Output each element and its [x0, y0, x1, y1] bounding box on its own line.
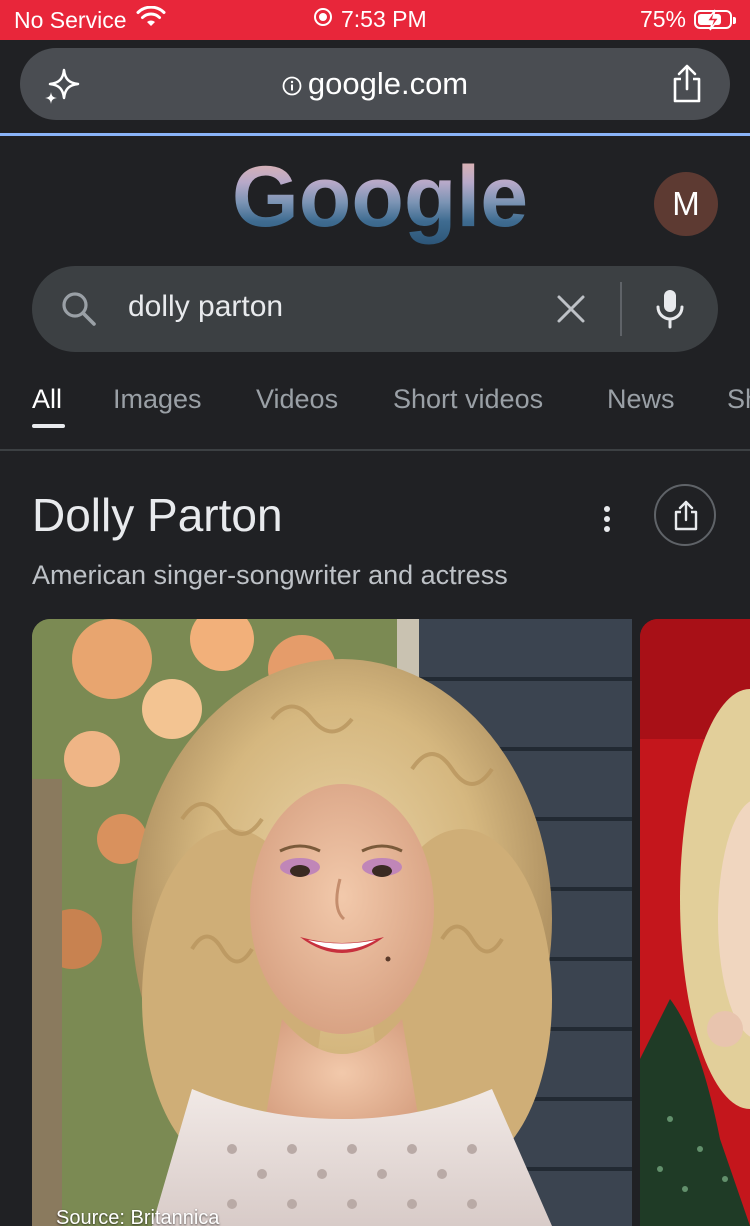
status-left: No Service — [14, 5, 166, 34]
status-center: 7:53 PM — [313, 6, 427, 33]
screen-record-icon — [313, 6, 333, 33]
clear-icon[interactable] — [554, 292, 588, 331]
info-icon[interactable] — [282, 68, 302, 104]
secondary-photo[interactable] — [640, 619, 750, 1226]
search-icon[interactable] — [60, 290, 98, 333]
more-options-icon[interactable] — [592, 502, 622, 541]
microphone-icon[interactable] — [654, 288, 686, 335]
share-icon — [674, 500, 698, 531]
search-box[interactable]: dolly parton — [32, 266, 718, 352]
tab-shopping[interactable]: Sh — [727, 384, 750, 415]
google-logo[interactable]: Google — [220, 149, 540, 257]
tab-images[interactable]: Images — [113, 384, 202, 415]
knowledge-panel-subtitle: American singer-songwriter and actress — [32, 560, 508, 590]
search-divider — [620, 282, 622, 336]
knowledge-panel-share-button[interactable] — [654, 484, 716, 546]
tab-short-videos[interactable]: Short videos — [393, 384, 543, 415]
browser-toolbar: google.com — [0, 40, 750, 136]
main-photo[interactable]: Source: Britannica — [32, 619, 632, 1226]
tabs-divider — [0, 449, 750, 451]
status-bar: No Service 7:53 PM 75% — [0, 0, 750, 40]
image-source-label[interactable]: Source: Britannica — [56, 1207, 219, 1226]
url-text: google.com — [307, 66, 469, 101]
page-load-progress — [0, 133, 750, 136]
url-display[interactable]: google.com — [20, 66, 730, 104]
battery-cap — [733, 17, 736, 24]
status-right: 75% — [639, 6, 736, 33]
portrait-image — [32, 619, 632, 1226]
wifi-icon — [136, 5, 166, 34]
battery-percent: 75% — [639, 6, 686, 32]
charging-bolt-icon — [705, 9, 721, 31]
tab-news[interactable]: News — [607, 384, 675, 415]
share-icon[interactable] — [670, 64, 704, 109]
tab-videos[interactable]: Videos — [256, 384, 338, 415]
account-avatar[interactable]: M — [654, 172, 718, 236]
address-bar[interactable]: google.com — [20, 48, 730, 120]
knowledge-panel-title: Dolly Parton — [32, 489, 283, 541]
active-tab-indicator — [32, 424, 65, 428]
search-tabs: All Images Videos Short videos News Sh — [0, 380, 750, 450]
battery-icon — [694, 9, 736, 31]
search-input[interactable]: dolly parton — [128, 290, 283, 324]
secondary-image — [640, 619, 750, 1226]
tab-all[interactable]: All — [32, 384, 62, 415]
google-logo-text: Google — [232, 152, 528, 245]
clock-time: 7:53 PM — [341, 6, 427, 32]
carrier-label: No Service — [14, 6, 127, 33]
